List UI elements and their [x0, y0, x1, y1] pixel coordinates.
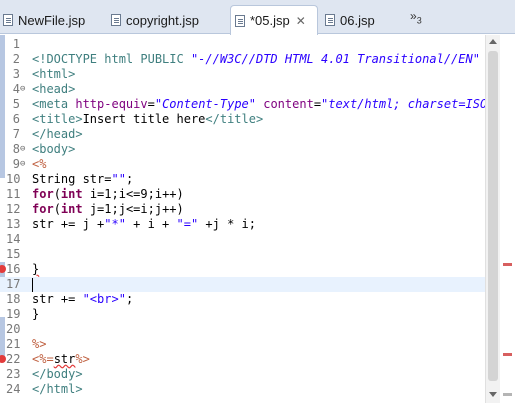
- jsp-file-icon: [325, 14, 335, 26]
- line-number: 12: [6, 202, 21, 216]
- fold-toggle-icon[interactable]: ⊖: [20, 82, 25, 97]
- tab-05-active[interactable]: *05.jsp ✕: [230, 5, 318, 35]
- code-text: </html>: [32, 382, 83, 396]
- code-line[interactable]: 7 </head>: [0, 127, 485, 142]
- line-number: 14: [6, 232, 21, 246]
- jsp-file-icon: [111, 14, 121, 26]
- line-number: 22: [6, 352, 21, 366]
- code-line[interactable]: 11 for(int i=1;i<=9;i++): [0, 187, 485, 202]
- text-caret: [32, 278, 33, 292]
- code-line[interactable]: 9 ⊖ <%: [0, 157, 485, 172]
- line-number: 4: [12, 82, 20, 96]
- line-number: 11: [6, 187, 21, 201]
- line-number: 23: [6, 367, 21, 381]
- line-number: 8: [12, 142, 20, 156]
- scroll-up-icon[interactable]: [489, 39, 497, 44]
- code-line[interactable]: 24 </html>: [0, 382, 485, 397]
- code-line[interactable]: 19 }: [0, 307, 485, 322]
- tab-newfile[interactable]: NewFile.jsp: [3, 6, 101, 34]
- code-text: <head>: [32, 82, 76, 96]
- code-line[interactable]: 12 for(int j=1;j<=i;j++): [0, 202, 485, 217]
- line-number: 13: [6, 217, 21, 231]
- line-number: 10: [6, 172, 21, 186]
- line-number: 5: [12, 97, 20, 111]
- scroll-down-icon[interactable]: [489, 392, 497, 397]
- line-number: 20: [6, 322, 21, 336]
- code-editor[interactable]: 1 2 <!DOCTYPE html PUBLIC "-//W3C//DTD H…: [0, 35, 515, 403]
- code-line[interactable]: 23 </body>: [0, 367, 485, 382]
- tab-06[interactable]: 06.jsp: [324, 6, 394, 34]
- code-text: <html>: [32, 67, 76, 81]
- tab-label: *05.jsp: [250, 13, 290, 28]
- line-number: 16: [6, 262, 21, 276]
- code-line-current[interactable]: 17: [0, 277, 485, 292]
- code-line[interactable]: 20: [0, 322, 485, 337]
- code-line[interactable]: 22 <%=str%>: [0, 352, 485, 367]
- tab-copyright[interactable]: copyright.jsp: [111, 6, 223, 34]
- code-line[interactable]: 4 ⊖ <head>: [0, 82, 485, 97]
- overview-ruler[interactable]: [500, 35, 515, 403]
- chevron-double-icon: »: [410, 9, 417, 23]
- code-text: <!DOCTYPE html PUBLIC "-//W3C//DTD HTML …: [32, 52, 502, 66]
- code-text: <title>Insert title here</title>: [32, 112, 264, 126]
- code-text: %>: [32, 337, 47, 351]
- code-line[interactable]: 10 String str="";: [0, 172, 485, 187]
- line-number: 17: [6, 277, 21, 291]
- code-line[interactable]: 21 %>: [0, 337, 485, 352]
- code-line[interactable]: 1: [0, 37, 485, 52]
- code-text: <%=str%>: [32, 352, 90, 366]
- tab-label: copyright.jsp: [126, 12, 199, 28]
- code-line[interactable]: 6 <title>Insert title here</title>: [0, 112, 485, 127]
- close-tab-icon[interactable]: ✕: [296, 14, 306, 28]
- code-text: for(int i=1;i<=9;i++): [32, 187, 184, 201]
- code-text: str += "<br>";: [32, 292, 134, 306]
- fold-toggle-icon[interactable]: ⊖: [20, 157, 25, 172]
- code-line[interactable]: 3 <html>: [0, 67, 485, 82]
- code-text: }: [32, 307, 40, 321]
- code-text: </head>: [32, 127, 83, 141]
- jsp-file-icon: [235, 14, 245, 27]
- overflow-count: 3: [416, 15, 422, 26]
- tab-overflow-button[interactable]: »3: [410, 9, 422, 25]
- line-number: 21: [6, 337, 21, 351]
- code-text: String str="";: [32, 172, 134, 186]
- editor-tab-bar: NewFile.jsp copyright.jsp *05.jsp ✕ 06.j…: [0, 0, 515, 35]
- code-text: <%: [32, 157, 47, 171]
- line-number: 9: [12, 157, 20, 171]
- scrollbar-thumb[interactable]: [488, 51, 498, 381]
- code-line[interactable]: 14: [0, 232, 485, 247]
- code-text: <meta http-equiv="Content-Type" content=…: [32, 97, 502, 111]
- line-number: 7: [12, 127, 20, 141]
- line-number: 18: [6, 292, 21, 306]
- line-number: 19: [6, 307, 21, 321]
- line-number: 2: [12, 52, 20, 66]
- code-line[interactable]: 13 str += j +"*" + i + "=" +j * i;: [0, 217, 485, 232]
- tab-label: NewFile.jsp: [18, 12, 86, 28]
- code-line[interactable]: 18 str += "<br>";: [0, 292, 485, 307]
- line-number: 15: [6, 247, 21, 261]
- code-text: <body>: [32, 142, 76, 156]
- line-number: 6: [12, 112, 20, 126]
- jsp-file-icon: [3, 14, 13, 26]
- vertical-scrollbar[interactable]: [485, 35, 500, 403]
- code-line[interactable]: 2 <!DOCTYPE html PUBLIC "-//W3C//DTD HTM…: [0, 52, 502, 67]
- code-text: </body>: [32, 367, 83, 381]
- code-line[interactable]: 5 <meta http-equiv="Content-Type" conten…: [0, 97, 502, 112]
- code-line[interactable]: 15: [0, 247, 485, 262]
- overview-mark[interactable]: [503, 393, 512, 396]
- line-number: 3: [12, 67, 20, 81]
- line-number: 1: [12, 37, 20, 51]
- fold-toggle-icon[interactable]: ⊖: [20, 142, 25, 157]
- code-line[interactable]: 8 ⊖ <body>: [0, 142, 485, 157]
- tab-label: 06.jsp: [340, 12, 375, 28]
- code-text: }: [32, 262, 40, 276]
- error-overview-mark[interactable]: [503, 263, 512, 266]
- code-text: for(int j=1;j<=i;j++): [32, 202, 184, 216]
- error-overview-mark[interactable]: [503, 353, 512, 356]
- code-line[interactable]: 16 }: [0, 262, 485, 277]
- code-text: str += j +"*" + i + "=" +j * i;: [32, 217, 256, 231]
- line-number: 24: [6, 382, 21, 396]
